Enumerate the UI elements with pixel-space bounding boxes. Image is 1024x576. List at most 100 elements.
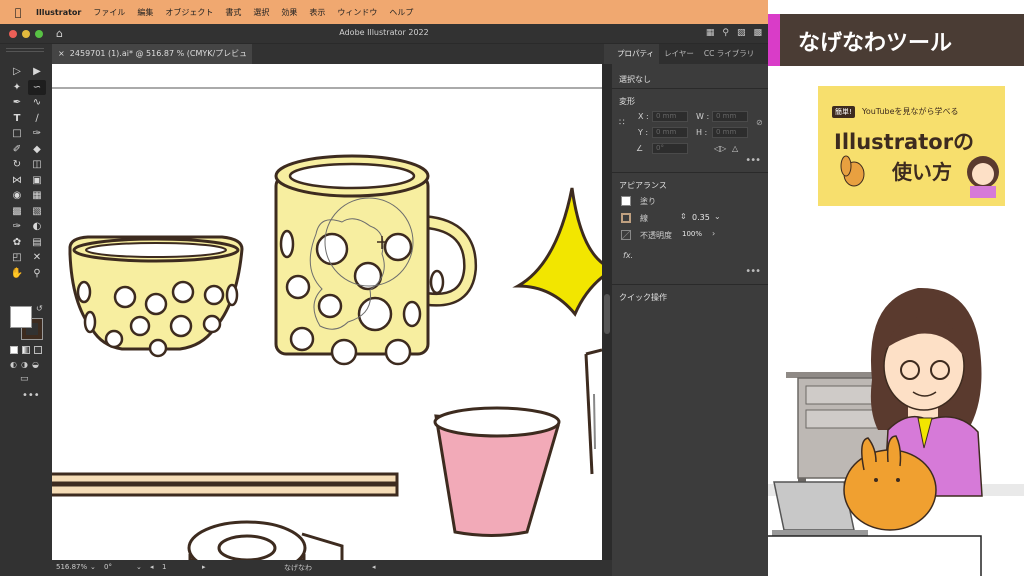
reference-point-icon[interactable]: ∷	[619, 118, 625, 128]
opacity-arrow-icon[interactable]: ›	[712, 229, 715, 238]
flip-vertical-icon[interactable]: △	[732, 144, 738, 153]
menu-window[interactable]: ウィンドウ	[337, 7, 377, 18]
swap-fill-stroke-icon[interactable]: ↺	[36, 304, 43, 313]
curvature-tool-icon[interactable]: ∿	[28, 95, 46, 111]
polka-dot-bowl	[68, 235, 244, 358]
rotate-field[interactable]: 0°	[652, 143, 688, 154]
canvas-vertical-scrollbar[interactable]	[602, 64, 612, 560]
graph-tool-icon[interactable]: ▤	[28, 235, 46, 251]
zoom-level-field[interactable]: 516.87%	[56, 563, 87, 571]
document-tab[interactable]: × 2459701 (1).ai* @ 516.87 % (CMYK/プレビュー…	[52, 44, 252, 78]
angle-icon: ∠	[636, 144, 644, 153]
menu-object[interactable]: オブジェクト	[165, 7, 213, 18]
lasso-tool-icon[interactable]: ∽	[28, 79, 46, 95]
none-mode-button[interactable]	[34, 346, 42, 354]
constrain-proportions-icon[interactable]: ⊘	[756, 118, 763, 127]
gradient-tool-icon[interactable]: ▧	[28, 204, 46, 220]
selection-tool-icon[interactable]: ▷	[8, 64, 26, 80]
screen-mode-icon[interactable]: ▭	[20, 374, 29, 384]
menu-effect[interactable]: 効果	[281, 7, 297, 18]
edit-toolbar-icon[interactable]: •••	[22, 390, 40, 401]
artboard-canvas[interactable]	[52, 64, 602, 560]
direct-selection-tool-icon[interactable]: ▶	[28, 64, 46, 80]
rotation-dropdown-icon[interactable]: ⌄	[136, 563, 142, 571]
artboard-number-field[interactable]: 1	[162, 563, 166, 571]
draw-behind-icon[interactable]: ◑	[21, 360, 28, 369]
fill-color-swatch[interactable]	[621, 196, 631, 206]
eraser-tool-icon[interactable]: ◆	[28, 142, 46, 158]
zoom-dropdown-icon[interactable]: ⌄	[90, 563, 96, 571]
glass	[584, 348, 602, 475]
blend-tool-icon[interactable]: ◐	[28, 219, 46, 235]
draw-normal-icon[interactable]: ◐	[10, 360, 17, 369]
line-tool-icon[interactable]: ∕	[28, 111, 46, 127]
fx-button[interactable]: fx.	[623, 251, 633, 260]
layout-icon[interactable]: ▩	[753, 28, 762, 38]
apple-icon[interactable]: 	[0, 6, 36, 19]
paintbrush-tool-icon[interactable]: ✑	[28, 126, 46, 142]
rotation-field[interactable]: 0°	[104, 563, 112, 571]
x-field[interactable]: 0 mm	[652, 111, 688, 122]
menu-select[interactable]: 選択	[253, 7, 269, 18]
artwork	[52, 87, 602, 560]
pen-tool-icon[interactable]: ✒	[8, 95, 26, 111]
tab-layers[interactable]: レイヤー	[659, 44, 699, 64]
h-label: H :	[696, 128, 708, 137]
draw-inside-icon[interactable]: ◒	[32, 360, 39, 369]
hand-tool-icon[interactable]: ✋	[8, 266, 26, 282]
stroke-label: 線	[640, 214, 648, 223]
share-icon[interactable]: ▦	[706, 28, 715, 38]
scale-tool-icon[interactable]: ◫	[28, 157, 46, 173]
tutorial-overlay: なげなわツール 簡単! YouTubeを見ながら学べる Illustratorの…	[768, 0, 1024, 576]
first-artboard-icon[interactable]: ◂	[150, 563, 154, 571]
shaper-tool-icon[interactable]: ✐	[8, 142, 26, 158]
tab-properties[interactable]: プロパティ	[612, 44, 660, 64]
menu-file[interactable]: ファイル	[93, 7, 125, 18]
close-tab-icon[interactable]: ×	[58, 49, 70, 58]
rectangle-tool-icon[interactable]: □	[8, 126, 26, 142]
tab-cc-libraries[interactable]: CC ライブラリ	[699, 44, 759, 64]
opacity-field[interactable]: 100%	[678, 229, 710, 240]
menu-type[interactable]: 書式	[225, 7, 241, 18]
gradient-mode-button[interactable]	[22, 346, 30, 354]
menu-view[interactable]: 表示	[309, 7, 325, 18]
title-bar: ⌂ Adobe Illustrator 2022 ▦ ⚲ ▧ ▩	[0, 24, 768, 44]
selection-status: 選択なし	[619, 75, 651, 84]
mesh-tool-icon[interactable]: ▩	[8, 204, 26, 220]
magic-wand-tool-icon[interactable]: ✦	[8, 80, 26, 96]
symbol-sprayer-tool-icon[interactable]: ✿	[8, 235, 26, 251]
stroke-color-swatch[interactable]	[621, 213, 631, 223]
stroke-weight-value[interactable]: 0.35	[692, 213, 710, 222]
polka-dot-mug	[274, 154, 478, 366]
shape-builder-tool-icon[interactable]: ◉	[8, 188, 26, 204]
opacity-label: 不透明度	[640, 231, 672, 240]
tools-panel-grip[interactable]	[6, 48, 44, 52]
y-field[interactable]: 0 mm	[652, 127, 688, 138]
appearance-more-options-icon[interactable]: •••	[745, 266, 761, 277]
height-field[interactable]: 0 mm	[712, 127, 748, 138]
scrollbar-thumb[interactable]	[604, 294, 610, 334]
type-tool-icon[interactable]: T	[8, 111, 26, 127]
transform-more-options-icon[interactable]: •••	[745, 155, 761, 166]
workspace-icon[interactable]: ▧	[737, 28, 746, 38]
free-transform-tool-icon[interactable]: ▣	[28, 173, 46, 189]
eyedropper-tool-icon[interactable]: ✑	[8, 219, 26, 235]
slice-tool-icon[interactable]: ✕	[28, 250, 46, 266]
status-left-arrow-icon[interactable]: ◂	[372, 563, 376, 571]
stroke-stepper-icon[interactable]: ⇕	[680, 212, 687, 221]
perspective-grid-tool-icon[interactable]: ▦	[28, 188, 46, 204]
next-artboard-icon[interactable]: ▸	[202, 563, 206, 571]
rotate-tool-icon[interactable]: ↻	[8, 157, 26, 173]
menu-app-name[interactable]: Illustrator	[36, 8, 81, 17]
menu-help[interactable]: ヘルプ	[389, 7, 413, 18]
menu-edit[interactable]: 編集	[137, 7, 153, 18]
color-mode-button[interactable]	[10, 346, 18, 354]
flip-horizontal-icon[interactable]: ◁▷	[714, 144, 726, 153]
zoom-tool-icon[interactable]: ⚲	[28, 266, 46, 282]
width-field[interactable]: 0 mm	[712, 111, 748, 122]
search-icon[interactable]: ⚲	[722, 28, 729, 38]
stroke-weight-dropdown-icon[interactable]: ⌄	[714, 212, 721, 221]
width-tool-icon[interactable]: ⋈	[8, 173, 26, 189]
fill-swatch[interactable]	[10, 306, 32, 328]
artboard-tool-icon[interactable]: ◰	[8, 250, 26, 266]
